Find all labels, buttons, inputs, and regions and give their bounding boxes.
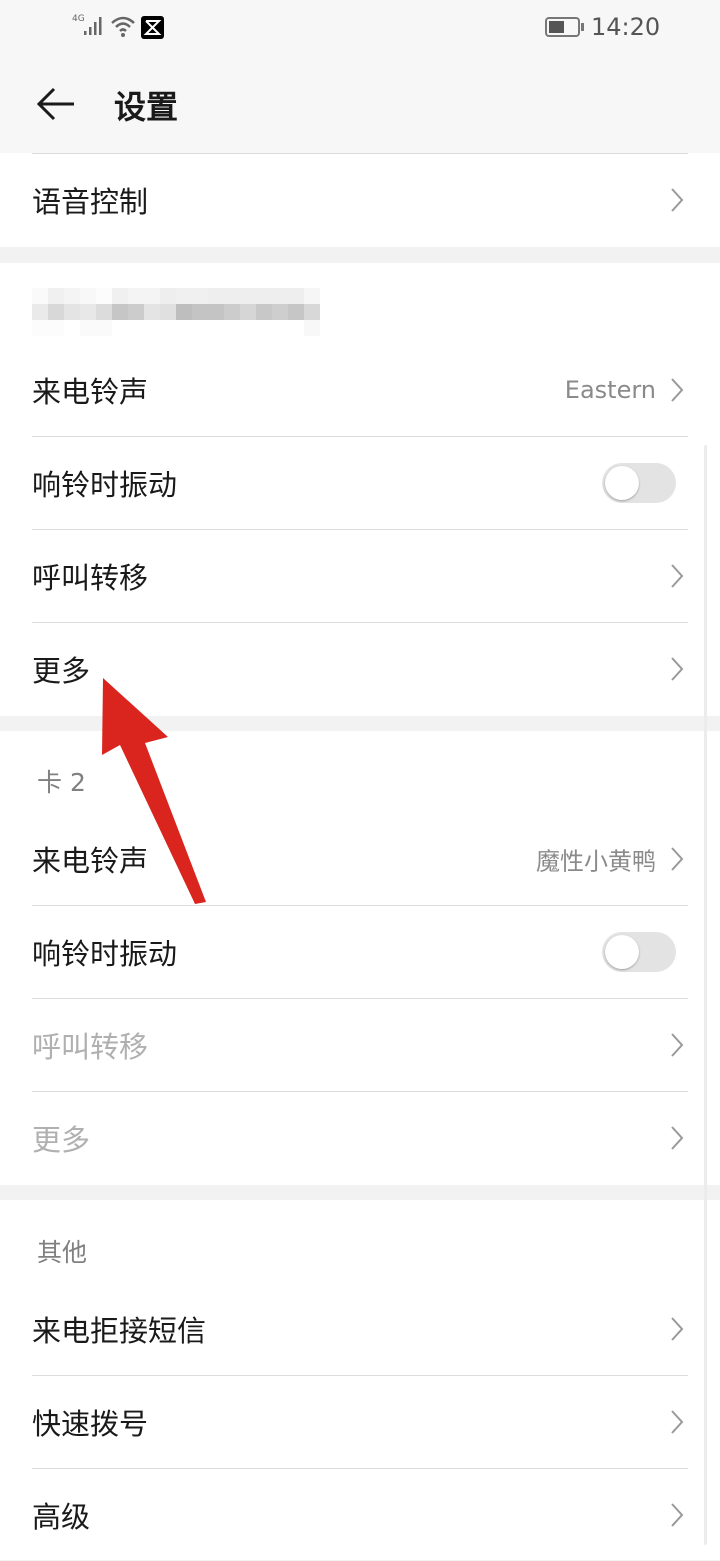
annotation-arrow [102,678,206,904]
